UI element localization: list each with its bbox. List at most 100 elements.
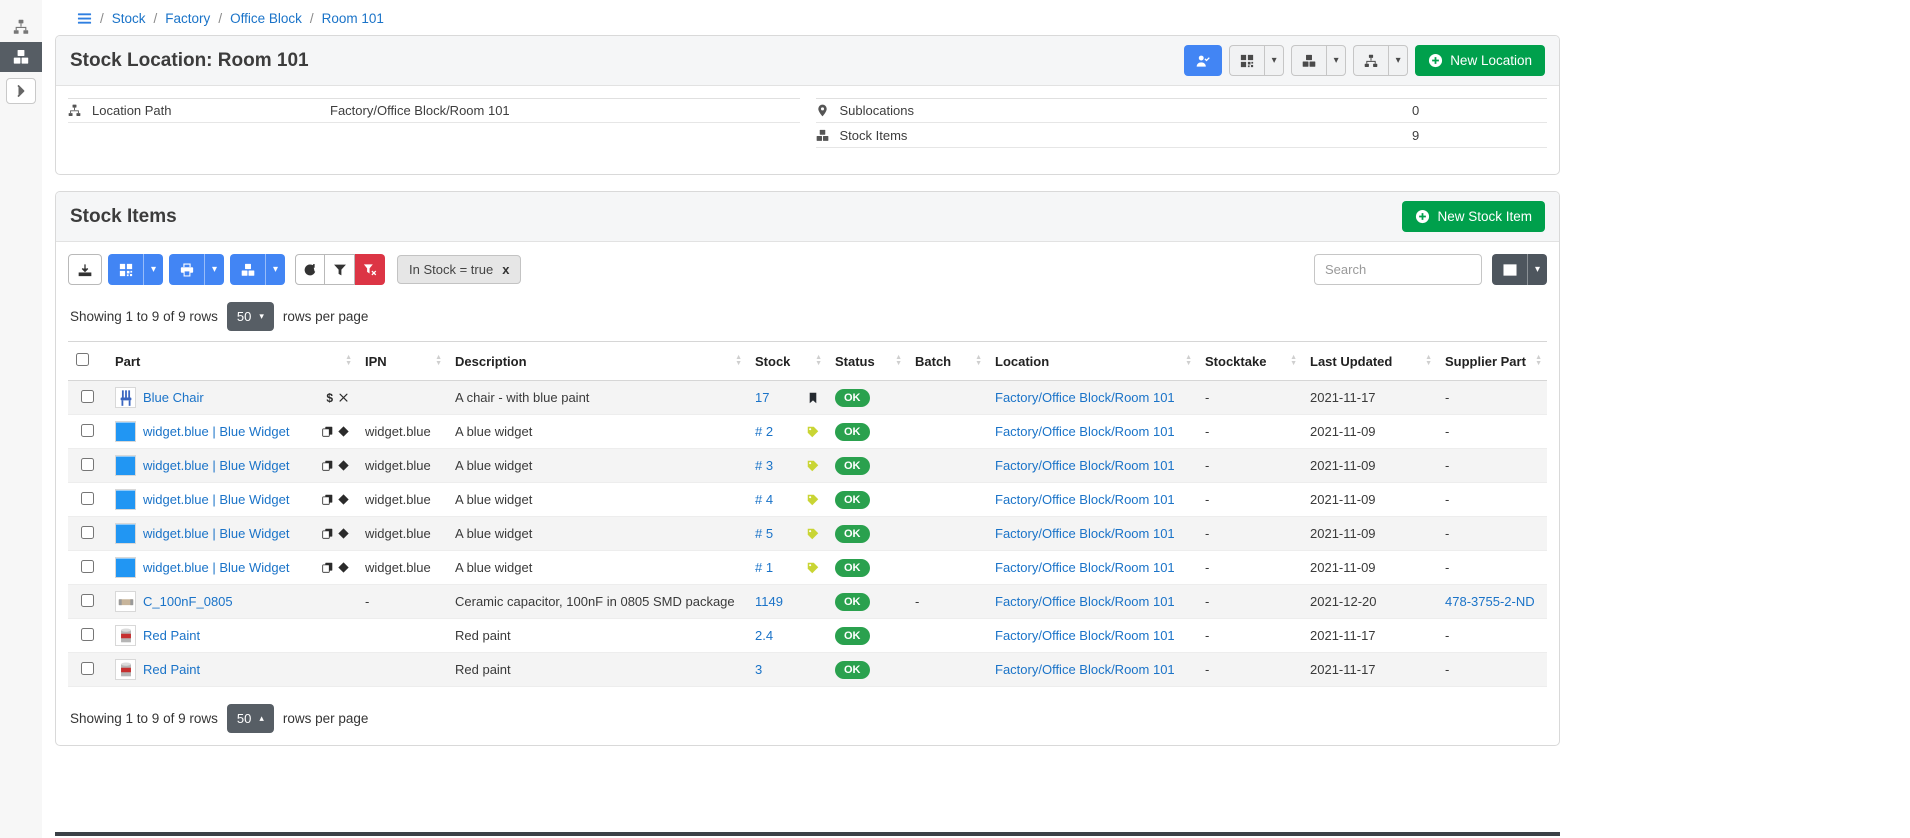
- column-header-supplier-part[interactable]: Supplier Part▲▼: [1437, 342, 1547, 381]
- column-header-status[interactable]: Status▲▼: [827, 342, 907, 381]
- column-header-location[interactable]: Location▲▼: [987, 342, 1197, 381]
- stock-actions-dropdown[interactable]: ▾: [1291, 45, 1346, 76]
- column-header-description[interactable]: Description▲▼: [447, 342, 747, 381]
- download-button[interactable]: [68, 254, 102, 285]
- column-header-stock[interactable]: Stock▲▼: [747, 342, 827, 381]
- part-link[interactable]: widget.blue | Blue Widget: [143, 560, 289, 575]
- stock-quantity-link[interactable]: # 5: [755, 526, 773, 541]
- ipn-cell: widget.blue: [357, 415, 447, 449]
- column-header-part[interactable]: Part▲▼: [107, 342, 357, 381]
- caret-down-icon[interactable]: ▾: [204, 254, 224, 285]
- sidebar-item-stock[interactable]: [0, 42, 42, 72]
- batch-cell: -: [907, 585, 987, 619]
- stock-quantity-link[interactable]: # 4: [755, 492, 773, 507]
- caret-down-icon[interactable]: ▾: [265, 254, 285, 285]
- location-link[interactable]: Factory/Office Block/Room 101: [995, 560, 1175, 575]
- sitemap-icon[interactable]: [1353, 45, 1388, 76]
- new-stock-item-button[interactable]: New Stock Item: [1402, 201, 1545, 232]
- location-link[interactable]: Factory/Office Block/Room 101: [995, 458, 1175, 473]
- caret-down-icon[interactable]: ▾: [1264, 45, 1284, 76]
- stock-quantity-link[interactable]: 17: [755, 390, 769, 405]
- breadcrumb-item[interactable]: Room 101: [322, 11, 384, 26]
- location-link[interactable]: Factory/Office Block/Room 101: [995, 594, 1175, 609]
- location-actions-dropdown[interactable]: ▾: [1353, 45, 1408, 76]
- page-size-dropdown[interactable]: 50 ▴: [227, 704, 274, 733]
- stock-quantity-link[interactable]: # 3: [755, 458, 773, 473]
- row-checkbox[interactable]: [81, 458, 94, 471]
- part-link[interactable]: Red Paint: [143, 628, 200, 643]
- row-checkbox[interactable]: [81, 492, 94, 505]
- stock-quantity-link[interactable]: # 2: [755, 424, 773, 439]
- sort-carets-icon: ▲▼: [1290, 355, 1297, 367]
- qr-grid-icon[interactable]: [1229, 45, 1264, 76]
- filter-chip[interactable]: In Stock = true x: [397, 255, 521, 284]
- bookmark-icon: [807, 392, 819, 404]
- remove-filter-icon[interactable]: x: [502, 262, 509, 277]
- breadcrumb-item[interactable]: Office Block: [230, 11, 302, 26]
- row-checkbox[interactable]: [81, 390, 94, 403]
- printer-icon[interactable]: [169, 254, 204, 285]
- stock-options-dropdown[interactable]: ▾: [230, 254, 285, 285]
- row-checkbox[interactable]: [81, 594, 94, 607]
- row-checkbox[interactable]: [81, 628, 94, 641]
- qr-grid-icon[interactable]: [108, 254, 143, 285]
- part-link[interactable]: widget.blue | Blue Widget: [143, 424, 289, 439]
- caret-down-icon[interactable]: ▾: [1388, 45, 1408, 76]
- stock-quantity-link[interactable]: # 1: [755, 560, 773, 575]
- part-link[interactable]: widget.blue | Blue Widget: [143, 492, 289, 507]
- caret-down-icon[interactable]: ▾: [143, 254, 163, 285]
- breadcrumb-item[interactable]: Factory: [165, 11, 210, 26]
- row-checkbox[interactable]: [81, 424, 94, 437]
- reload-button[interactable]: [295, 254, 325, 285]
- column-header-stocktake[interactable]: Stocktake▲▼: [1197, 342, 1302, 381]
- description-cell: A blue widget: [447, 483, 747, 517]
- column-header-ipn[interactable]: IPN▲▼: [357, 342, 447, 381]
- column-header-batch[interactable]: Batch▲▼: [907, 342, 987, 381]
- caret-down-icon[interactable]: ▾: [1527, 254, 1547, 285]
- last-updated-cell: 2021-11-09: [1302, 483, 1437, 517]
- location-link[interactable]: Factory/Office Block/Room 101: [995, 628, 1175, 643]
- menu-icon[interactable]: [77, 11, 92, 26]
- column-header-last-updated[interactable]: Last Updated▲▼: [1302, 342, 1437, 381]
- sidebar-expand-button[interactable]: [6, 78, 36, 104]
- location-link[interactable]: Factory/Office Block/Room 101: [995, 390, 1175, 405]
- boxes-icon[interactable]: [230, 254, 265, 285]
- print-actions-dropdown[interactable]: ▾: [169, 254, 224, 285]
- clear-filters-button[interactable]: [355, 254, 385, 285]
- stock-quantity-link[interactable]: 2.4: [755, 628, 773, 643]
- location-link[interactable]: Factory/Office Block/Room 101: [995, 662, 1175, 677]
- boxes-icon[interactable]: [1291, 45, 1326, 76]
- new-location-button[interactable]: New Location: [1415, 45, 1545, 76]
- barcode-actions-dropdown[interactable]: ▾: [108, 254, 163, 285]
- part-link[interactable]: C_100nF_0805: [143, 594, 233, 609]
- stock-quantity-link[interactable]: 3: [755, 662, 762, 677]
- row-checkbox[interactable]: [81, 526, 94, 539]
- select-all-checkbox[interactable]: [76, 353, 89, 366]
- caret-down-icon[interactable]: ▾: [1326, 45, 1346, 76]
- user-actions-button[interactable]: [1184, 45, 1222, 76]
- part-link[interactable]: widget.blue | Blue Widget: [143, 526, 289, 541]
- table-view-dropdown[interactable]: ▾: [1492, 254, 1547, 285]
- stock-items-table: Part▲▼IPN▲▼Description▲▼Stock▲▼Status▲▼B…: [68, 341, 1547, 687]
- search-input[interactable]: [1314, 254, 1482, 285]
- part-link[interactable]: widget.blue | Blue Widget: [143, 458, 289, 473]
- part-link[interactable]: Red Paint: [143, 662, 200, 677]
- supplier-part-link[interactable]: 478-3755-2-ND: [1445, 594, 1535, 609]
- sort-carets-icon: ▲▼: [815, 355, 822, 367]
- page-size-dropdown[interactable]: 50 ▾: [227, 302, 274, 331]
- location-link[interactable]: Factory/Office Block/Room 101: [995, 492, 1175, 507]
- table-icon[interactable]: [1492, 254, 1527, 285]
- batch-cell: [907, 449, 987, 483]
- row-checkbox[interactable]: [81, 662, 94, 675]
- row-checkbox[interactable]: [81, 560, 94, 573]
- column-label: Batch: [915, 354, 951, 369]
- location-link[interactable]: Factory/Office Block/Room 101: [995, 526, 1175, 541]
- stock-quantity-link[interactable]: 1149: [755, 594, 783, 609]
- sidebar-item-location-tree[interactable]: [0, 12, 42, 42]
- breadcrumb-item[interactable]: Stock: [112, 11, 146, 26]
- filter-button[interactable]: [325, 254, 355, 285]
- barcode-actions-dropdown[interactable]: ▾: [1229, 45, 1284, 76]
- part-link[interactable]: Blue Chair: [143, 390, 204, 405]
- copy-icon: [322, 528, 333, 539]
- location-link[interactable]: Factory/Office Block/Room 101: [995, 424, 1175, 439]
